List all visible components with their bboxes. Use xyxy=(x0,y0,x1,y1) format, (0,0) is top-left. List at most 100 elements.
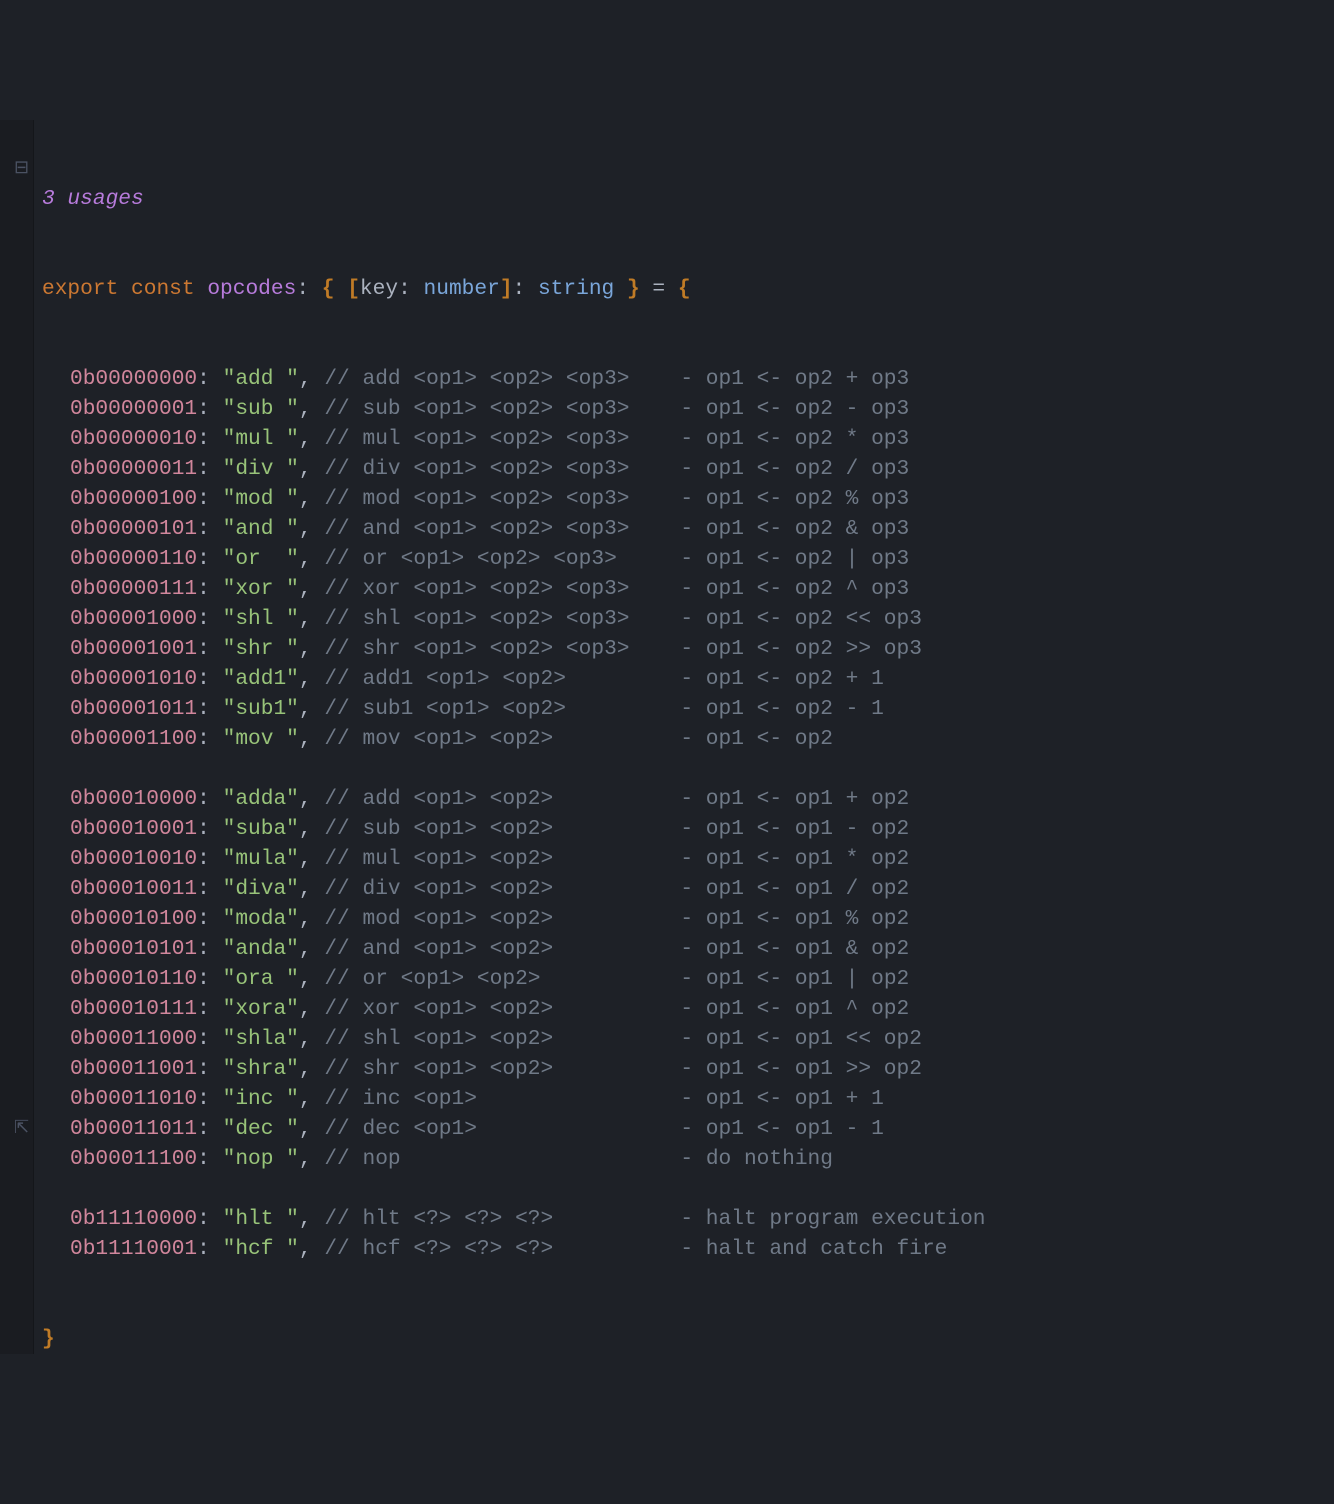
opcode-row: 0b00010100: "moda", // mod <op1> <op2> -… xyxy=(36,904,986,934)
usages-hint[interactable]: 3 usages xyxy=(42,187,144,211)
opcode-signature: mov <op1> <op2> xyxy=(363,727,554,751)
opcode-name: moda xyxy=(235,907,286,931)
opcode-description: - op1 <- op1 + 1 xyxy=(680,1087,883,1111)
comment-slashes: // xyxy=(324,577,349,601)
type-string: string xyxy=(538,277,614,301)
opcode-row: 0b00011001: "shra", // shr <op1> <op2> -… xyxy=(36,1054,986,1084)
opcode-name: and xyxy=(235,517,273,541)
comment-slashes: // xyxy=(324,787,349,811)
opcode-row: 0b00000111: "xor ", // xor <op1> <op2> <… xyxy=(36,574,986,604)
opcode-description: - op1 <- op1 + op2 xyxy=(680,787,909,811)
opcode-row: 0b00000001: "sub ", // sub <op1> <op2> <… xyxy=(36,394,986,424)
gutter: ⊟ ⇱ xyxy=(0,120,34,1354)
comment-slashes: // xyxy=(324,877,349,901)
fold-marker-icon[interactable]: ⇱ xyxy=(14,1114,29,1144)
opcode-literal: 0b00000011 xyxy=(70,457,197,481)
opcode-description: - op1 <- op2 / op3 xyxy=(680,457,909,481)
index-key-label: key xyxy=(360,277,398,301)
opcode-name: mul xyxy=(235,427,273,451)
bracket-open: [ xyxy=(347,277,360,301)
comment-slashes: // xyxy=(324,547,349,571)
opcode-literal: 0b00010001 xyxy=(70,817,197,841)
opcode-row: 0b00011010: "inc ", // inc <op1> - op1 <… xyxy=(36,1084,986,1114)
opcode-signature: div <op1> <op2> <op3> xyxy=(363,457,630,481)
comment-slashes: // xyxy=(324,1207,349,1231)
comment-slashes: // xyxy=(324,967,349,991)
object-close-brace: } xyxy=(42,1327,55,1351)
comment-slashes: // xyxy=(324,397,349,421)
opcode-row: 0b00011011: "dec ", // dec <op1> - op1 <… xyxy=(36,1114,986,1144)
opcode-literal: 0b00001010 xyxy=(70,667,197,691)
opcode-literal: 0b00011001 xyxy=(70,1057,197,1081)
opcode-name: nop xyxy=(235,1147,273,1171)
opcode-name: mula xyxy=(235,847,286,871)
opcode-name: dec xyxy=(235,1117,273,1141)
opcode-description: - op1 <- op1 * op2 xyxy=(680,847,909,871)
blank-line xyxy=(36,1174,986,1204)
comment-slashes: // xyxy=(324,367,349,391)
opcode-name: add1 xyxy=(235,667,286,691)
opcode-literal: 0b00000001 xyxy=(70,397,197,421)
opcode-row: 0b00010001: "suba", // sub <op1> <op2> -… xyxy=(36,814,986,844)
opcode-description: - op1 <- op1 << op2 xyxy=(680,1027,922,1051)
opcode-signature: sub1 <op1> <op2> xyxy=(362,697,565,721)
opcode-signature: dec <op1> xyxy=(363,1117,477,1141)
code-area[interactable]: 3 usages export const opcodes: { [key: n… xyxy=(34,120,986,1354)
comment-slashes: // xyxy=(324,1057,349,1081)
fold-marker-icon[interactable]: ⊟ xyxy=(14,154,29,184)
comment-slashes: // xyxy=(324,847,349,871)
opcode-name: mov xyxy=(235,727,273,751)
opcode-description: - op1 <- op2 << op3 xyxy=(680,607,922,631)
opcode-row: 0b00001010: "add1", // add1 <op1> <op2> … xyxy=(36,664,986,694)
opcode-name: sub xyxy=(235,397,273,421)
opcode-literal: 0b00010110 xyxy=(70,967,197,991)
blank-line xyxy=(36,754,986,784)
opcode-row: 0b00000110: "or ", // or <op1> <op2> <op… xyxy=(36,544,986,574)
opcode-literal: 0b00001001 xyxy=(70,637,197,661)
opcode-description: - op1 <- op2 * op3 xyxy=(680,427,909,451)
opcode-literal: 0b00000110 xyxy=(70,547,197,571)
equals-sign: = xyxy=(652,277,665,301)
opcode-literal: 0b00010010 xyxy=(70,847,197,871)
opcode-description: - do nothing xyxy=(680,1147,833,1171)
comment-slashes: // xyxy=(324,697,349,721)
opcode-row: 0b00010011: "diva", // div <op1> <op2> -… xyxy=(36,874,986,904)
opcode-name: mod xyxy=(235,487,273,511)
opcode-literal: 0b00011011 xyxy=(70,1117,197,1141)
opcode-signature: or <op1> <op2> <op3> xyxy=(363,547,617,571)
opcode-literal: 0b00011010 xyxy=(70,1087,197,1111)
opcode-signature: and <op1> <op2> <op3> xyxy=(363,517,630,541)
opcode-row: 0b00001001: "shr ", // shr <op1> <op2> <… xyxy=(36,634,986,664)
opcode-row: 0b00010111: "xora", // xor <op1> <op2> -… xyxy=(36,994,986,1024)
opcode-literal: 0b00000100 xyxy=(70,487,197,511)
opcode-description: - op1 <- op2 % op3 xyxy=(680,487,909,511)
opcode-description: - op1 <- op1 % op2 xyxy=(680,907,909,931)
opcode-literal: 0b00000010 xyxy=(70,427,197,451)
comment-slashes: // xyxy=(324,427,349,451)
opcode-signature: mul <op1> <op2> <op3> xyxy=(363,427,630,451)
opcode-literal: 0b11110001 xyxy=(70,1237,197,1261)
keyword-export: export xyxy=(42,277,118,301)
opcode-row: 0b00000011: "div ", // div <op1> <op2> <… xyxy=(36,454,986,484)
opcode-description: - halt and catch fire xyxy=(680,1237,947,1261)
opcode-description: - op1 <- op2 >> op3 xyxy=(680,637,922,661)
opcode-signature: and <op1> <op2> xyxy=(362,937,553,961)
comment-slashes: // xyxy=(324,487,349,511)
code-editor[interactable]: ⊟ ⇱ 3 usages export const opcodes: { [ke… xyxy=(0,120,1334,1354)
comment-slashes: // xyxy=(324,457,349,481)
opcode-name: div xyxy=(235,457,273,481)
object-open-brace: { xyxy=(678,277,691,301)
opcode-description: - op1 <- op2 xyxy=(680,727,833,751)
comment-slashes: // xyxy=(324,937,349,961)
opcode-row: 0b00000100: "mod ", // mod <op1> <op2> <… xyxy=(36,484,986,514)
identifier-opcodes: opcodes xyxy=(207,277,296,301)
opcode-name: hcf xyxy=(235,1237,273,1261)
opcode-name: hlt xyxy=(235,1207,273,1231)
opcode-row: 0b00001000: "shl ", // shl <op1> <op2> <… xyxy=(36,604,986,634)
comment-slashes: // xyxy=(324,1087,349,1111)
opcode-name: sub1 xyxy=(235,697,286,721)
opcode-literal: 0b00010101 xyxy=(70,937,197,961)
opcode-name: shra xyxy=(235,1057,286,1081)
opcode-description: - op1 <- op2 + op3 xyxy=(680,367,909,391)
opcode-description: - halt program execution xyxy=(680,1207,985,1231)
